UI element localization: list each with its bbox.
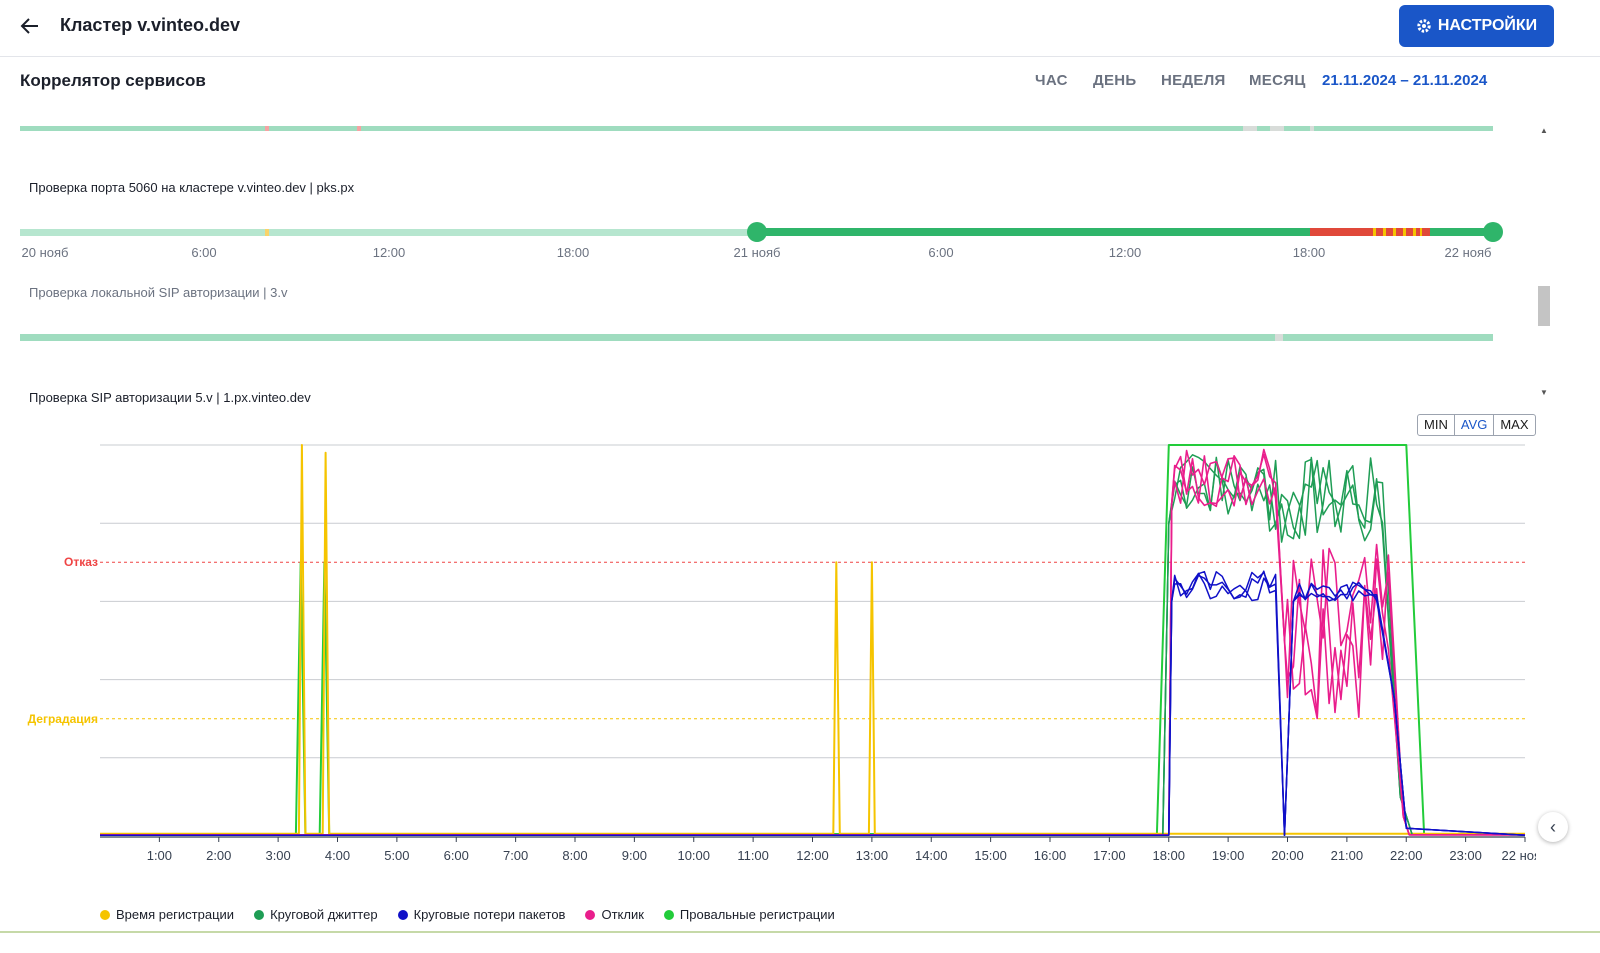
- x-tick-label: 22 нояб: [1502, 848, 1536, 863]
- timeline-tick: 18:00: [1292, 245, 1326, 260]
- legend-label: Провальные регистрации: [679, 907, 835, 922]
- x-tick-label: 17:00: [1093, 848, 1126, 863]
- period-hour[interactable]: ЧАС: [1035, 72, 1068, 89]
- x-tick-label: 9:00: [622, 848, 647, 863]
- series-failed-registrations: [100, 444, 1525, 835]
- series-jitter: [100, 454, 1525, 836]
- x-tick-label: 3:00: [265, 848, 290, 863]
- timeline-tick: 18:00: [556, 245, 590, 260]
- timeline-tick: 21 нояб: [733, 245, 781, 260]
- legend-label: Отклик: [601, 907, 644, 922]
- legend-item[interactable]: Круговые потери пакетов: [397, 907, 566, 922]
- check-label: Проверка локальной SIP авторизации | 3.v: [29, 285, 288, 300]
- aggregation-toggle: MIN AVG MAX: [1417, 414, 1536, 436]
- status-bar-local-sip: [20, 334, 1493, 341]
- x-tick-label: 1:00: [147, 848, 172, 863]
- x-tick-label: 16:00: [1034, 848, 1067, 863]
- x-tick-label: 18:00: [1152, 848, 1185, 863]
- x-tick-label: 8:00: [562, 848, 587, 863]
- x-tick-label: 23:00: [1449, 848, 1482, 863]
- series-registration-time: [100, 444, 1525, 835]
- range-start-handle[interactable]: [747, 222, 767, 242]
- timeline-tick: 22 нояб: [1444, 245, 1492, 260]
- series-packet-loss: [100, 572, 1526, 836]
- x-tick-label: 5:00: [384, 848, 409, 863]
- agg-avg[interactable]: AVG: [1455, 415, 1495, 435]
- x-tick-label: 22:00: [1390, 848, 1423, 863]
- series-jitter: [100, 457, 1525, 836]
- x-tick-label: 6:00: [444, 848, 469, 863]
- series-jitter: [100, 456, 1525, 836]
- vertical-scrollbar[interactable]: ▲ ▼: [1536, 126, 1552, 398]
- x-tick-label: 20:00: [1271, 848, 1304, 863]
- x-tick-label: 13:00: [856, 848, 889, 863]
- check-label: Проверка порта 5060 на кластере v.vinteo…: [29, 180, 355, 195]
- legend-dot-icon: [663, 909, 674, 920]
- period-month[interactable]: МЕСЯЦ: [1249, 72, 1306, 89]
- timeline-selected: [757, 228, 1310, 236]
- legend-label: Время регистрации: [116, 907, 235, 922]
- correlation-chart: 1:00 2:00 3:00 4:00 5:00 6:00 7:00 8:00 9:00 10:0…: [0, 440, 1548, 883]
- timeline-tick: 6:00: [191, 245, 217, 260]
- range-end-handle[interactable]: [1483, 222, 1503, 242]
- section-title: Коррелятор сервисов: [20, 71, 206, 90]
- x-tick-label: 4:00: [325, 848, 350, 863]
- chart-legend: Время регистрации Круговой джиттер Круговы…: [100, 907, 835, 922]
- checks-list[interactable]: Проверка порта 5060 на кластере v.vinteo…: [0, 118, 1536, 406]
- top-header: Кластер v.vinteo.dev НАСТРОЙКИ: [0, 0, 1600, 57]
- x-tick-label: 15:00: [974, 848, 1007, 863]
- timeline-tick: 12:00: [1108, 245, 1142, 260]
- series-response: [100, 453, 1525, 836]
- arrow-left-icon[interactable]: [18, 14, 42, 38]
- bottom-divider: [0, 931, 1600, 933]
- chevron-left-icon[interactable]: ‹: [1538, 812, 1568, 842]
- legend-label: Круговой джиттер: [270, 907, 378, 922]
- gear-icon: [1417, 19, 1431, 33]
- legend-dot-icon: [100, 909, 110, 920]
- legend-item[interactable]: Провальные регистрации: [663, 907, 835, 922]
- series-response: [100, 455, 1525, 836]
- chart-svg: 1:00 2:00 3:00 4:00 5:00 6:00 7:00 8:00 9:00 10:0…: [100, 444, 1548, 883]
- timeline-tick: 20 нояб: [21, 245, 69, 260]
- page-title: Кластер v.vinteo.dev: [60, 15, 240, 35]
- legend-dot-icon: [254, 909, 265, 920]
- settings-label: НАСТРОЙКИ: [1437, 17, 1538, 34]
- x-tick-label: 11:00: [737, 848, 769, 863]
- series-packet-loss: [100, 570, 1526, 836]
- period-week[interactable]: НЕДЕЛЯ: [1161, 72, 1226, 89]
- settings-button[interactable]: НАСТРОЙКИ: [1399, 5, 1554, 47]
- x-tick-label: 12:00: [796, 848, 829, 863]
- x-tick-label: 19:00: [1212, 848, 1245, 863]
- series-packet-loss: [100, 571, 1526, 836]
- x-tick-label: 2:00: [206, 848, 231, 863]
- x-tick-label: 7:00: [503, 848, 528, 863]
- x-tick-label: 21:00: [1331, 848, 1364, 863]
- legend-item[interactable]: Круговой джиттер: [254, 907, 378, 922]
- scroll-thumb[interactable]: [1538, 286, 1550, 326]
- status-bars: [20, 126, 1503, 341]
- timeline-past: [20, 229, 757, 236]
- x-tick-label: 14:00: [915, 848, 948, 863]
- check-label: Проверка SIP авторизации 5.v | 1.px.vint…: [29, 390, 311, 405]
- agg-max[interactable]: MAX: [1494, 415, 1534, 435]
- date-range[interactable]: 21.11.2024 – 21.11.2024: [1322, 72, 1487, 89]
- scroll-up-icon[interactable]: ▲: [1538, 126, 1550, 136]
- x-tick-label: 10:00: [677, 848, 710, 863]
- series-response: [100, 448, 1525, 836]
- legend-dot-icon: [585, 909, 596, 920]
- scroll-down-icon[interactable]: ▼: [1538, 388, 1550, 398]
- legend-item[interactable]: Отклик: [585, 907, 644, 922]
- agg-min[interactable]: MIN: [1418, 415, 1455, 435]
- legend-label: Круговые потери пакетов: [413, 907, 566, 922]
- timeline-tick: 12:00: [372, 245, 406, 260]
- legend-item[interactable]: Время регистрации: [100, 907, 234, 922]
- timeline-tick: 6:00: [928, 245, 954, 260]
- period-day[interactable]: ДЕНЬ: [1093, 72, 1137, 89]
- legend-dot-icon: [397, 909, 408, 920]
